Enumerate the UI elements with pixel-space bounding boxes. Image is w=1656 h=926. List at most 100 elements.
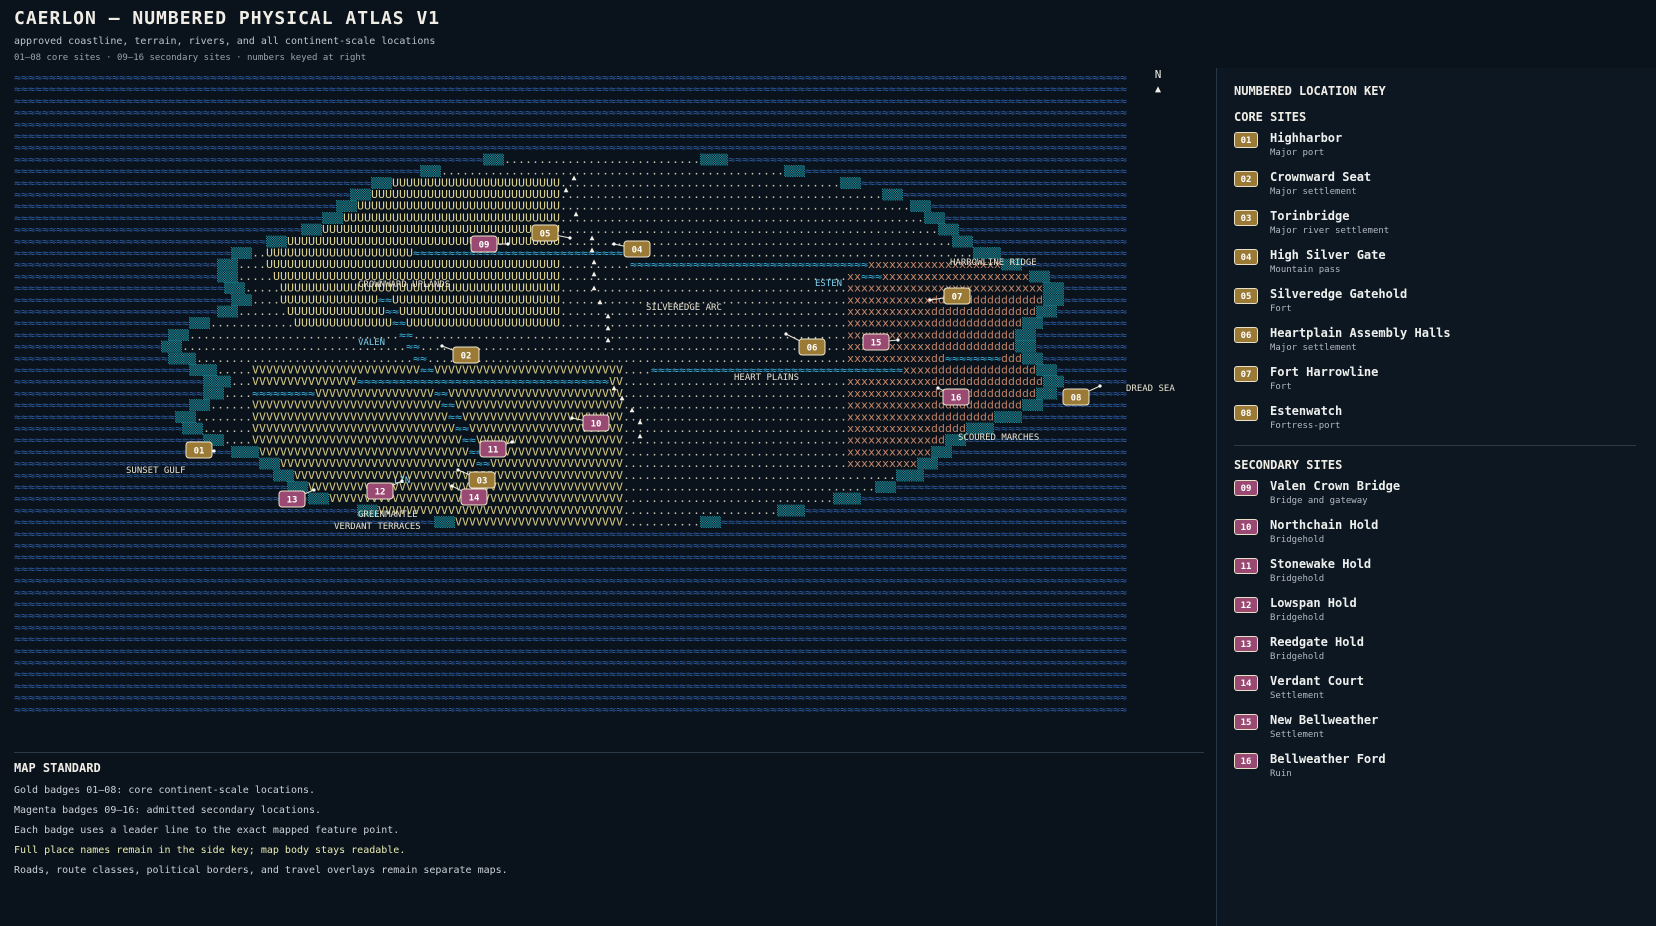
- terrain-river-glyphs: ≈≈≈≈≈≈≈≈≈≈≈≈≈≈≈≈≈≈≈≈≈≈≈≈≈≈≈≈≈≈≈≈≈≈≈≈: [357, 377, 609, 388]
- terrain-uplands-glyphs: UUUUUUUUUUUUUUUUUUUUUUUU: [392, 178, 560, 189]
- terrain-rough-glyphs: dd: [931, 436, 945, 447]
- key-item[interactable]: 04 High Silver Gate Mountain pass: [1234, 247, 1640, 286]
- mountain-peak-icon: ▲: [638, 431, 643, 440]
- terrain-river-glyphs: ≈≈: [476, 459, 490, 470]
- terrain-uplands-glyphs: UUUUUUUUUUUUUU: [280, 295, 378, 306]
- badge-number: 03: [477, 477, 488, 487]
- terrain-sea-glyphs: ≈≈≈≈≈≈≈≈≈≈≈≈≈≈≈≈≈≈≈≈≈≈≈≈≈≈≈≈≈≈≈≈≈≈≈≈≈≈≈≈…: [14, 120, 1127, 131]
- map-badge-01[interactable]: 01: [185, 441, 216, 459]
- terrain-land-glyphs: ........................................…: [427, 354, 847, 365]
- key-item[interactable]: 11 Stonewake Hold Bridgehold: [1234, 556, 1640, 595]
- location-name: Stonewake Hold: [1270, 557, 1372, 571]
- key-item[interactable]: 06 Heartplain Assembly Halls Major settlem…: [1234, 325, 1640, 364]
- terrain-land-glyphs: ....: [224, 436, 252, 447]
- terrain-coast-glyphs: ▒▒▒: [700, 516, 722, 529]
- terrain-sea-glyphs: ≈≈≈≈≈≈≈≈≈≈≈≈≈: [1036, 342, 1127, 353]
- terrain-river-glyphs: ≈≈: [441, 401, 455, 412]
- terrain-sea-glyphs: ≈≈≈≈≈≈≈≈≈≈≈≈≈≈≈≈≈≈≈≈≈≈≈≈≈: [14, 366, 189, 377]
- terrain-sea-glyphs: ≈≈≈≈≈≈≈≈≈≈: [1057, 307, 1127, 318]
- terrain-sea-glyphs: ≈≈≈≈≈≈≈≈≈≈≈≈≈≈≈≈≈≈≈≈≈≈≈≈≈≈≈≈≈≈≈: [14, 249, 231, 260]
- terrain-land-glyphs: ........................................…: [560, 190, 882, 201]
- key-item[interactable]: 16 Bellweather Ford Ruin: [1234, 751, 1640, 790]
- terrain-coast-glyphs: ▒▒▒: [322, 211, 344, 224]
- terrain-coast-glyphs: ▒▒▒: [336, 200, 358, 213]
- terrain-sea-glyphs: ≈≈≈≈≈≈≈≈≈≈≈≈≈≈≈≈≈≈≈≈≈≈≈≈≈≈≈≈≈≈≈≈≈≈≈≈≈≈≈≈…: [14, 96, 1127, 107]
- terrain-rough-glyphs: dddddddddddddddd: [931, 377, 1043, 388]
- terrain-land-glyphs: .....: [238, 272, 273, 283]
- terrain-sea-glyphs: ≈≈≈≈≈≈≈≈≈≈≈≈≈≈≈≈≈≈≈≈≈≈≈: [14, 412, 175, 423]
- terrain-land-glyphs: ...: [231, 377, 252, 388]
- badge-number: 11: [488, 446, 499, 456]
- terrain-coast-glyphs: ▒▒▒: [1036, 387, 1058, 400]
- key-item[interactable]: 13 Reedgate Hold Bridgehold: [1234, 634, 1640, 673]
- location-badge: 15: [1234, 714, 1258, 730]
- terrain-river-glyphs: ≈≈: [385, 307, 399, 318]
- key-item[interactable]: 09 Valen Crown Bridge Bridge and gateway: [1234, 478, 1640, 517]
- key-item[interactable]: 03 Torinbridge Major river settlement: [1234, 208, 1640, 247]
- terrain-sea-glyphs: ≈≈≈≈≈≈≈≈≈≈≈≈≈≈≈≈≈≈≈≈≈≈≈≈≈≈≈≈≈≈≈≈≈≈≈≈≈≈≈≈…: [14, 178, 371, 189]
- terrain-uplands-glyphs: UUUUUUUUUUUUUUUUUUUUUUUUUUUUUUUUUUUUUUU: [287, 237, 560, 248]
- map-standard-line: Magenta badges 09–16: admitted secondary…: [14, 805, 322, 816]
- terrain-sea-glyphs: ≈≈≈≈≈≈≈≈≈≈≈≈≈≈≈≈≈≈≈≈≈≈≈≈≈≈≈≈≈: [14, 307, 217, 318]
- terrain-sea-glyphs: ≈≈≈≈≈≈≈≈≈≈: [1057, 366, 1127, 377]
- terrain-coast-glyphs: ▒▒▒: [308, 492, 330, 505]
- terrain-sea-glyphs: ≈≈≈≈≈≈≈≈≈≈≈≈≈≈≈≈≈≈≈≈≈≈≈≈≈≈≈≈≈≈≈≈≈≈≈≈≈≈≈: [14, 483, 287, 494]
- terrain-marsh-glyphs: xxxxxxxxxxxx: [847, 412, 931, 423]
- terrain-sea-glyphs: ≈≈≈≈≈≈≈≈≈≈≈≈≈≈≈≈≈≈≈≈≈≈≈≈≈≈≈≈≈≈≈≈≈≈≈≈≈≈≈≈…: [14, 600, 1127, 611]
- terrain-coast-glyphs: ▒▒▒: [259, 457, 281, 470]
- terrain-hills-glyphs: VVVVVVVVVVVVVVVVVVVVVVVVVVVV: [280, 459, 476, 470]
- key-item[interactable]: 02 Crownward Seat Major settlement: [1234, 169, 1640, 208]
- mountain-peak-icon: ▲: [606, 335, 611, 344]
- terrain-sea-glyphs: ≈≈≈≈≈≈≈≈≈≈≈≈≈: [1036, 330, 1127, 341]
- map-standard-line: Gold badges 01–08: core continent-scale …: [14, 785, 316, 796]
- key-item[interactable]: 15 New Bellweather Settlement: [1234, 712, 1640, 751]
- badge-feature-point: [456, 468, 460, 472]
- badge-feature-point: [506, 242, 510, 246]
- terrain-sea-glyphs: ≈≈≈≈≈≈≈≈≈: [1064, 295, 1127, 306]
- terrain-marsh-glyphs: xxxxxxxxxxxx: [847, 401, 931, 412]
- location-badge: 04: [1234, 249, 1258, 265]
- badge-number: 10: [591, 420, 602, 430]
- key-item[interactable]: 07 Fort Harrowline Fort: [1234, 364, 1640, 403]
- location-key-title: NUMBERED LOCATION KEY: [1234, 84, 1386, 98]
- terrain-sea-glyphs: ≈≈≈≈≈≈≈≈≈≈≈≈≈≈≈≈≈≈≈≈≈≈≈≈: [14, 424, 182, 435]
- terrain-sea-glyphs: ≈≈≈≈≈≈≈≈≈≈≈≈≈≈≈≈≈≈≈≈≈≈≈≈≈≈≈≈≈≈≈≈≈≈≈≈≈≈≈≈…: [14, 529, 1127, 540]
- terrain-uplands-glyphs: UUUUUUUUUUUUUUUUUUUUUUU: [399, 307, 560, 318]
- page-title: CAERLON — NUMBERED PHYSICAL ATLAS V1: [14, 8, 441, 29]
- terrain-uplands-glyphs: UUUUUUUUUUUUUUUUUUUUU: [266, 249, 413, 260]
- terrain-river-glyphs: ≈≈: [455, 424, 469, 435]
- key-item[interactable]: 10 Northchain Hold Bridgehold: [1234, 517, 1640, 556]
- location-type: Bridgehold: [1270, 652, 1325, 662]
- terrain-sea-glyphs: ≈≈≈≈≈≈≈≈≈≈≈≈≈≈≈≈≈≈≈≈≈≈≈≈≈≈≈: [14, 389, 203, 400]
- terrain-river-glyphs: ≈≈: [420, 366, 434, 377]
- location-name: Verdant Court: [1270, 674, 1364, 688]
- location-name: Reedgate Hold: [1270, 635, 1364, 649]
- terrain-rough-glyphs: dd: [931, 354, 945, 365]
- key-item[interactable]: 08 Estenwatch Fortress-port: [1234, 403, 1640, 442]
- terrain-rough-glyphs: ddddddddddddddd: [931, 366, 1036, 377]
- atlas-map[interactable]: ≈≈≈≈≈≈≈≈≈≈≈≈≈≈≈≈≈≈≈≈≈≈≈≈≈≈≈≈≈≈≈≈≈≈≈≈≈≈≈≈…: [0, 68, 1210, 750]
- key-item[interactable]: 01 Highharbor Major port: [1234, 130, 1640, 169]
- mountain-peak-icon: ▲: [574, 209, 579, 218]
- key-item[interactable]: 12 Lowspan Hold Bridgehold: [1234, 595, 1640, 634]
- terrain-land-glyphs: ........................................…: [560, 225, 938, 236]
- terrain-uplands-glyphs: UUUUUUUUUUUUUUUUUUUUUU: [406, 319, 560, 330]
- terrain-marsh-glyphs: xxxxxxxxxxxx: [847, 377, 931, 388]
- terrain-coast-glyphs: ▒▒▒: [168, 328, 190, 341]
- badge-feature-point: [936, 386, 940, 390]
- location-name: New Bellweather: [1270, 713, 1379, 727]
- badge-feature-point: [212, 449, 216, 453]
- location-type: Bridgehold: [1270, 613, 1325, 623]
- terrain-land-glyphs: ....: [623, 366, 651, 377]
- key-item[interactable]: 05 Silveredge Gatehold Fort: [1234, 286, 1640, 325]
- terrain-land-glyphs: ........: [196, 412, 252, 423]
- terrain-land-glyphs: ................................: [623, 459, 847, 470]
- terrain-sea-glyphs: ≈≈≈≈≈≈≈≈≈≈≈≈≈≈≈≈≈≈≈≈≈≈≈≈≈≈≈≈≈≈≈≈≈≈≈≈≈≈: [861, 178, 1127, 189]
- terrain-land-glyphs: ........................................…: [630, 249, 973, 260]
- key-item[interactable]: 14 Verdant Court Settlement: [1234, 673, 1640, 712]
- terrain-coast-glyphs: ▒▒▒: [231, 293, 253, 306]
- region-label-dread-sea: DREAD SEA: [1126, 384, 1175, 394]
- terrain-sea-glyphs: ≈≈≈≈≈≈≈≈≈≈≈≈≈≈≈≈≈≈≈≈≈≈≈≈≈≈≈≈≈≈≈≈≈≈≈≈≈≈≈≈…: [14, 635, 1127, 646]
- terrain-coast-glyphs: ▒▒▒: [1043, 282, 1065, 295]
- terrain-sea-glyphs: ≈≈≈≈≈≈≈≈≈≈≈≈≈≈≈≈≈≈≈≈≈≈≈≈≈≈≈: [14, 436, 203, 447]
